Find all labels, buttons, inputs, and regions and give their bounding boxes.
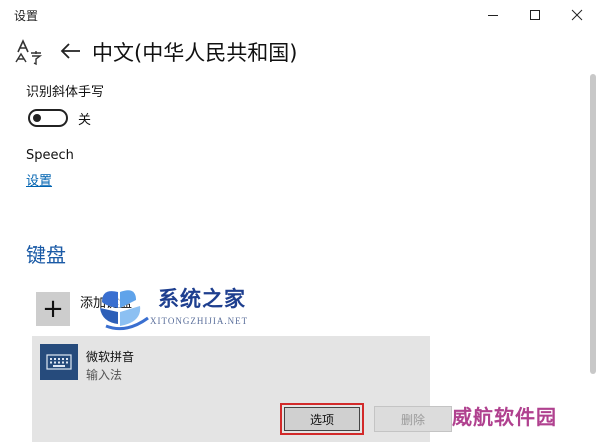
keyboard-section-heading: 键盘 — [26, 243, 66, 267]
watermark-url: XITONGZHIJIA.NET — [150, 316, 249, 326]
ime-name: 微软拼音 — [86, 350, 135, 364]
maximize-button[interactable] — [516, 0, 554, 30]
keyboard-icon — [40, 344, 78, 380]
options-button-highlight: 选项 — [280, 403, 364, 435]
language-icon — [15, 39, 43, 66]
handwriting-toggle[interactable] — [28, 109, 68, 127]
close-button[interactable] — [558, 0, 596, 30]
settings-content: 识别斜体手写 关 Speech 设置 键盘 + 添加键盘 系统之家 XITONG… — [0, 74, 600, 442]
minimize-button[interactable] — [474, 0, 512, 30]
corner-watermark: 威航软件园 — [452, 405, 557, 429]
speech-section-title: Speech — [26, 148, 74, 163]
toggle-state-label: 关 — [78, 113, 92, 128]
delete-button[interactable]: 删除 — [374, 406, 452, 432]
toggle-knob — [33, 114, 41, 122]
add-keyboard-button[interactable]: + — [36, 292, 70, 326]
maximize-icon — [530, 10, 540, 20]
options-button[interactable]: 选项 — [284, 407, 360, 431]
window-title: 设置 — [14, 9, 39, 23]
watermark-text: 系统之家 — [158, 287, 246, 311]
back-arrow-icon — [60, 43, 80, 59]
ime-item-card[interactable]: 微软拼音 输入法 选项 删除 — [32, 336, 452, 442]
plus-icon: + — [42, 294, 64, 324]
page-header: 中文(中华人民共和国) — [0, 30, 600, 74]
close-icon — [571, 9, 583, 21]
scrollbar[interactable] — [590, 74, 596, 374]
ime-subtitle: 输入法 — [86, 368, 123, 382]
back-button[interactable] — [58, 38, 84, 64]
watermark-logo-icon — [100, 290, 149, 331]
speech-settings-link[interactable]: 设置 — [26, 170, 52, 189]
handwriting-label: 识别斜体手写 — [26, 85, 105, 100]
minimize-icon — [488, 15, 498, 16]
page-title: 中文(中华人民共和国) — [92, 41, 298, 65]
title-bar: 设置 — [0, 0, 600, 30]
